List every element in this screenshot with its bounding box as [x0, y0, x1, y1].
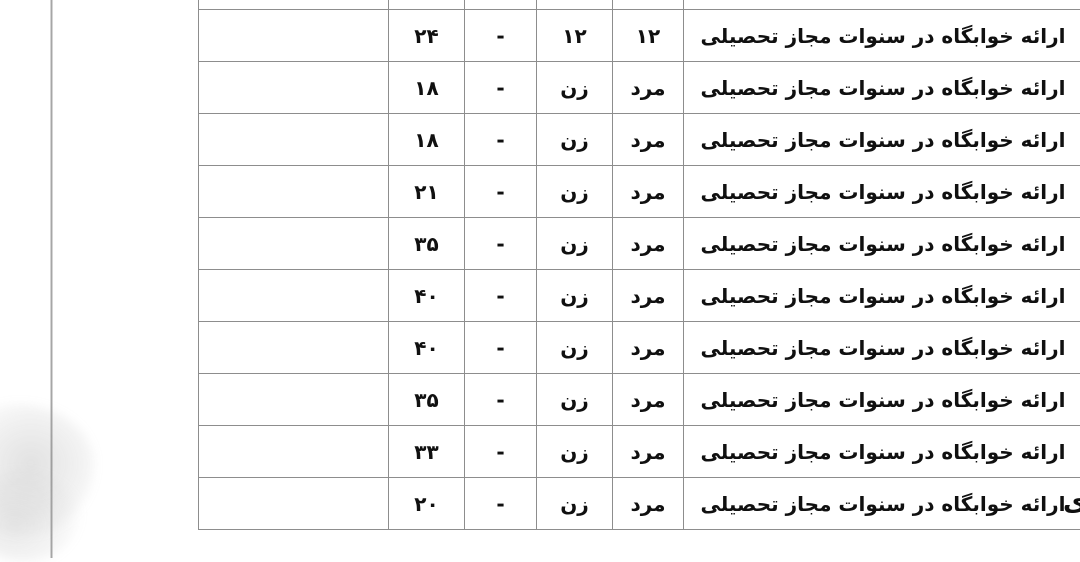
cell-col-d: ۴۰: [389, 270, 465, 322]
cell-col-a: مرد: [613, 270, 684, 322]
cell-col-d: ۲۱: [389, 166, 465, 218]
cell-col-e: [199, 322, 389, 374]
cell-description: ارائه خوابگاه در سنوات مجاز تحصیلی: [684, 114, 1080, 166]
cell-col-a: مرد: [613, 166, 684, 218]
cell-col-a: مرد: [613, 374, 684, 426]
cell-col-b: زن: [537, 322, 613, 374]
cell-col-c: -: [465, 10, 537, 62]
cell-col-b: زن: [537, 478, 613, 530]
cell-col-c: -: [465, 114, 537, 166]
cell-col-b: زن: [537, 218, 613, 270]
cell-col-b: زن: [537, 270, 613, 322]
cell-col-b: زن: [537, 166, 613, 218]
cell-description: ارائه خوابگاه در سنوات مجاز تحصیلی: [684, 322, 1080, 374]
cell-col-c: -: [465, 478, 537, 530]
cell-col-e: [199, 270, 389, 322]
cell-description: ارائه خوابگاه در سنوات مجاز تحصیلی: [684, 270, 1080, 322]
cell-col-c: -: [465, 270, 537, 322]
cell-col-c: -: [465, 426, 537, 478]
cell-col-b: زن: [537, 114, 613, 166]
cell-col-d: ۴۰: [389, 322, 465, 374]
table-row: ارائه خوابگاه در سنوات مجاز تحصیلی مرد ز…: [199, 218, 1080, 270]
cell-col-c: -: [465, 322, 537, 374]
cell-col-d: ۳۳: [389, 426, 465, 478]
cell-col-a: مرد: [613, 426, 684, 478]
cell-description: ارائه خوابگاه در سنوات مجاز تحصیلی: [684, 426, 1080, 478]
cell-col-b: زن: [537, 374, 613, 426]
table-row: ارائه خوابگاه در سنوات مجاز تحصیلی مرد ز…: [199, 374, 1080, 426]
cell-col-e: [199, 478, 389, 530]
cell-description: ارائه خوابگاه در سنوات مجاز تحصیلی: [684, 10, 1080, 62]
cell-col-e: [199, 218, 389, 270]
table-row: ارائه خوابگاه در سنوات مجاز تحصیلی مرد ز…: [199, 270, 1080, 322]
cell-col-a: ۱۲: [613, 10, 684, 62]
cell-col-d: [389, 0, 465, 10]
cell-col-d: ۳۵: [389, 374, 465, 426]
cell-col-d: ۲۰: [389, 478, 465, 530]
cell-description: ارائه خوابگاه در سنوات مجاز تحصیلی: [684, 478, 1080, 530]
cell-col-e: [199, 426, 389, 478]
cell-description: ارائه خوابگاه در سنوات مجاز تحصیلی: [684, 166, 1080, 218]
cell-col-d: ۱۸: [389, 114, 465, 166]
cell-col-c: -: [465, 374, 537, 426]
table-body: ارائه خوابگاه در سنوات مجاز تحصیلی ۱۲ ۱۲…: [199, 0, 1080, 530]
cell-col-b: [537, 0, 613, 10]
cell-col-e: [199, 0, 389, 10]
cell-col-c: -: [465, 218, 537, 270]
cell-col-e: [199, 114, 389, 166]
data-table: ارائه خوابگاه در سنوات مجاز تحصیلی ۱۲ ۱۲…: [198, 0, 1080, 530]
cell-col-a: مرد: [613, 114, 684, 166]
cell-col-a: [613, 0, 684, 10]
cell-col-c: -: [465, 166, 537, 218]
cell-description: ارائه خوابگاه در سنوات مجاز تحصیلی: [684, 218, 1080, 270]
cell-col-d: ۲۴: [389, 10, 465, 62]
clipped-edge-glyph: ی: [1063, 489, 1080, 515]
table-row: ارائه خوابگاه در سنوات مجاز تحصیلی مرد ز…: [199, 114, 1080, 166]
table-row: ارائه خوابگاه در سنوات مجاز تحصیلی مرد ز…: [199, 322, 1080, 374]
cell-description: ارائه خوابگاه در سنوات مجاز تحصیلی: [684, 62, 1080, 114]
cell-col-d: ۳۵: [389, 218, 465, 270]
scanned-page-canvas: ی ارائه خوابگاه در سنوات مجاز تحصیلی: [0, 0, 1080, 558]
cell-col-c: [465, 0, 537, 10]
data-table-container: ارائه خوابگاه در سنوات مجاز تحصیلی ۱۲ ۱۲…: [199, 0, 1080, 530]
cell-col-d: ۱۸: [389, 62, 465, 114]
table-row: ارائه خوابگاه در سنوات مجاز تحصیلی مرد ز…: [199, 62, 1080, 114]
cell-col-a: مرد: [613, 478, 684, 530]
table-row: ارائه خوابگاه در سنوات مجاز تحصیلی مرد ز…: [199, 166, 1080, 218]
table-row: ارائه خوابگاه در سنوات مجاز تحصیلی مرد ز…: [199, 426, 1080, 478]
cell-col-e: [199, 166, 389, 218]
table-row: ارائه خوابگاه در سنوات مجاز تحصیلی ۱۲ ۱۲…: [199, 10, 1080, 62]
table-row-clipped: [199, 0, 1080, 10]
cell-description: ارائه خوابگاه در سنوات مجاز تحصیلی: [684, 374, 1080, 426]
cell-col-a: مرد: [613, 62, 684, 114]
cell-col-b: زن: [537, 62, 613, 114]
table-row: ارائه خوابگاه در سنوات مجاز تحصیلی مرد ز…: [199, 478, 1080, 530]
cell-col-e: [199, 374, 389, 426]
cell-col-a: مرد: [613, 322, 684, 374]
cell-description: [684, 0, 1080, 10]
cell-col-c: -: [465, 62, 537, 114]
cell-col-b: ۱۲: [537, 10, 613, 62]
cell-col-e: [199, 62, 389, 114]
cell-col-a: مرد: [613, 218, 684, 270]
cell-col-b: زن: [537, 426, 613, 478]
cell-col-e: [199, 10, 389, 62]
